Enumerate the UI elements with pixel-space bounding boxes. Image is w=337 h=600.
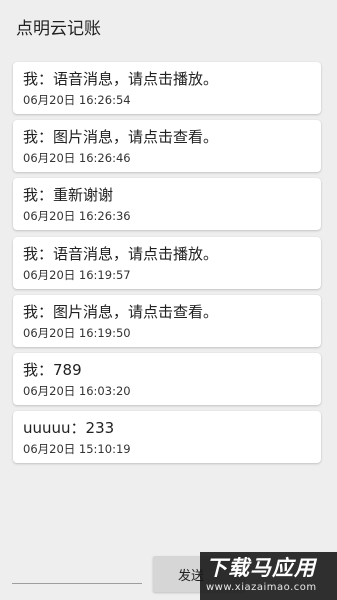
message-card[interactable]: uuuuu：233 06月20日 15:10:19 (13, 411, 321, 463)
message-card[interactable]: 我：图片消息，请点击查看。 06月20日 16:19:50 (13, 295, 321, 347)
message-text: 我：重新谢谢 (23, 186, 114, 204)
message-card[interactable]: 我：语音消息，请点击播放。 06月20日 16:26:54 (13, 62, 321, 114)
message-input[interactable] (12, 560, 142, 582)
message-text: 我：语音消息，请点击播放。 (23, 70, 219, 88)
message-text: 我：789 (23, 361, 82, 379)
message-time: 06月20日 16:26:46 (23, 151, 131, 165)
app-title: 点明云记账 (16, 18, 101, 39)
message-card[interactable]: 我：图片消息，请点击查看。 06月20日 16:26:46 (13, 120, 321, 172)
message-time: 06月20日 16:26:54 (23, 93, 131, 107)
message-time: 06月20日 16:19:57 (23, 268, 131, 282)
message-card[interactable]: 我：789 06月20日 16:03:20 (13, 353, 321, 405)
message-text: 我：图片消息，请点击查看。 (23, 303, 219, 321)
app-window: 点明云记账 我：语音消息，请点击播放。 06月20日 16:26:54 我：图片… (0, 0, 337, 600)
input-underline (12, 583, 142, 584)
watermark-title: 下载马应用 (206, 556, 316, 580)
message-time: 06月20日 16:26:36 (23, 209, 131, 223)
message-card[interactable]: 我：语音消息，请点击播放。 06月20日 16:19:57 (13, 237, 321, 289)
message-text: uuuuu：233 (23, 419, 115, 437)
message-text: 我：语音消息，请点击播放。 (23, 245, 219, 263)
message-time: 06月20日 15:10:19 (23, 442, 131, 456)
watermark-url: www.xiazaimao.com (206, 582, 317, 593)
message-text: 我：图片消息，请点击查看。 (23, 128, 219, 146)
app-bar: 点明云记账 (0, 0, 337, 52)
message-time: 06月20日 16:19:50 (23, 326, 131, 340)
message-card[interactable]: 我：重新谢谢 06月20日 16:26:36 (13, 178, 321, 230)
watermark-logo: 下载马应用 www.xiazaimao.com (200, 552, 337, 600)
message-time: 06月20日 16:03:20 (23, 384, 131, 398)
